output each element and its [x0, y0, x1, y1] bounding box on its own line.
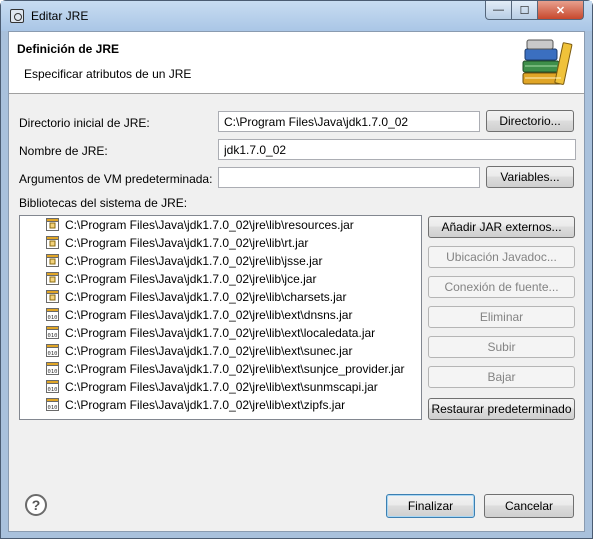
- library-list-item[interactable]: 010 C:\Program Files\Java\jdk1.7.0_02\jre…: [20, 306, 421, 324]
- library-path: C:\Program Files\Java\jdk1.7.0_02\jre\li…: [65, 380, 378, 394]
- binary-jar-icon: 010: [46, 308, 59, 321]
- jre-home-label: Directorio inicial de JRE:: [19, 116, 150, 130]
- library-path: C:\Program Files\Java\jdk1.7.0_02\jre\li…: [65, 398, 346, 412]
- library-path: C:\Program Files\Java\jdk1.7.0_02\jre\li…: [65, 290, 347, 304]
- jre-home-input[interactable]: [218, 111, 480, 132]
- vm-args-label: Argumentos de VM predeterminada:: [19, 172, 213, 186]
- minimize-icon: —: [493, 4, 504, 16]
- library-list-item[interactable]: 010 C:\Program Files\Java\jdk1.7.0_02\jre…: [20, 360, 421, 378]
- library-path: C:\Program Files\Java\jdk1.7.0_02\jre\li…: [65, 218, 354, 232]
- header-subtitle: Especificar atributos de un JRE: [24, 67, 192, 81]
- cancel-button[interactable]: Cancelar: [484, 494, 574, 518]
- binary-jar-icon: 010: [46, 326, 59, 339]
- system-libraries-list[interactable]: C:\Program Files\Java\jdk1.7.0_02\jre\li…: [19, 215, 422, 420]
- binary-jar-icon: 010: [46, 398, 59, 411]
- close-button[interactable]: ✕: [537, 1, 584, 20]
- svg-text:010: 010: [48, 387, 58, 393]
- title-bar[interactable]: Editar JRE — ☐ ✕: [1, 1, 592, 31]
- svg-text:010: 010: [48, 351, 58, 357]
- up-button[interactable]: Subir: [428, 336, 575, 358]
- remove-button[interactable]: Eliminar: [428, 306, 575, 328]
- library-list-item[interactable]: 010 C:\Program Files\Java\jdk1.7.0_02\jre…: [20, 342, 421, 360]
- library-list-item[interactable]: C:\Program Files\Java\jdk1.7.0_02\jre\li…: [20, 216, 421, 234]
- finish-button[interactable]: Finalizar: [386, 494, 475, 518]
- library-path: C:\Program Files\Java\jdk1.7.0_02\jre\li…: [65, 362, 405, 376]
- maximize-icon: ☐: [519, 4, 530, 17]
- jar-icon: [46, 236, 59, 249]
- vm-args-input[interactable]: [218, 167, 480, 188]
- binary-jar-icon: 010: [46, 344, 59, 357]
- library-path: C:\Program Files\Java\jdk1.7.0_02\jre\li…: [65, 236, 309, 250]
- restore-default-button[interactable]: Restaurar predeterminado: [428, 398, 575, 420]
- system-libraries-label: Bibliotecas del sistema de JRE:: [19, 196, 188, 210]
- library-list-item[interactable]: 010 C:\Program Files\Java\jdk1.7.0_02\jre…: [20, 378, 421, 396]
- library-path: C:\Program Files\Java\jdk1.7.0_02\jre\li…: [65, 344, 353, 358]
- window-title: Editar JRE: [31, 9, 89, 23]
- svg-text:010: 010: [48, 369, 58, 375]
- library-path: C:\Program Files\Java\jdk1.7.0_02\jre\li…: [65, 326, 376, 340]
- close-icon: ✕: [555, 4, 566, 17]
- header-title: Definición de JRE: [17, 42, 120, 56]
- svg-text:010: 010: [48, 333, 58, 339]
- eclipse-app-icon: [10, 9, 24, 23]
- source-attachment-button[interactable]: Conexión de fuente...: [428, 276, 575, 298]
- jar-icon: [46, 218, 59, 231]
- dialog-body: Definición de JRE Especificar atributos …: [8, 31, 585, 532]
- down-button[interactable]: Bajar: [428, 366, 575, 388]
- maximize-button[interactable]: ☐: [511, 1, 538, 20]
- binary-jar-icon: 010: [46, 362, 59, 375]
- library-books-icon: [522, 39, 573, 85]
- dialog-window: Editar JRE — ☐ ✕ Definición de JRE Espec…: [0, 0, 593, 539]
- minimize-button[interactable]: —: [485, 1, 512, 20]
- add-external-jars-button[interactable]: Añadir JAR externos...: [428, 216, 575, 238]
- wizard-header: Definición de JRE Especificar atributos …: [9, 32, 584, 94]
- variables-button[interactable]: Variables...: [486, 166, 574, 188]
- library-list-item[interactable]: C:\Program Files\Java\jdk1.7.0_02\jre\li…: [20, 252, 421, 270]
- jar-icon: [46, 272, 59, 285]
- jar-icon: [46, 290, 59, 303]
- library-path: C:\Program Files\Java\jdk1.7.0_02\jre\li…: [65, 308, 353, 322]
- jre-name-label: Nombre de JRE:: [19, 144, 108, 158]
- library-list-item[interactable]: C:\Program Files\Java\jdk1.7.0_02\jre\li…: [20, 234, 421, 252]
- library-path: C:\Program Files\Java\jdk1.7.0_02\jre\li…: [65, 254, 323, 268]
- directory-button[interactable]: Directorio...: [486, 110, 574, 132]
- jre-name-input[interactable]: [218, 139, 576, 160]
- javadoc-location-button[interactable]: Ubicación Javadoc...: [428, 246, 575, 268]
- library-list-item[interactable]: C:\Program Files\Java\jdk1.7.0_02\jre\li…: [20, 288, 421, 306]
- help-icon[interactable]: ?: [25, 494, 47, 516]
- library-list-item[interactable]: C:\Program Files\Java\jdk1.7.0_02\jre\li…: [20, 270, 421, 288]
- library-path: C:\Program Files\Java\jdk1.7.0_02\jre\li…: [65, 272, 317, 286]
- jar-icon: [46, 254, 59, 267]
- svg-text:010: 010: [48, 405, 58, 411]
- library-list-item[interactable]: 010 C:\Program Files\Java\jdk1.7.0_02\jre…: [20, 324, 421, 342]
- library-list-item[interactable]: 010 C:\Program Files\Java\jdk1.7.0_02\jre…: [20, 396, 421, 414]
- svg-text:010: 010: [48, 315, 58, 321]
- binary-jar-icon: 010: [46, 380, 59, 393]
